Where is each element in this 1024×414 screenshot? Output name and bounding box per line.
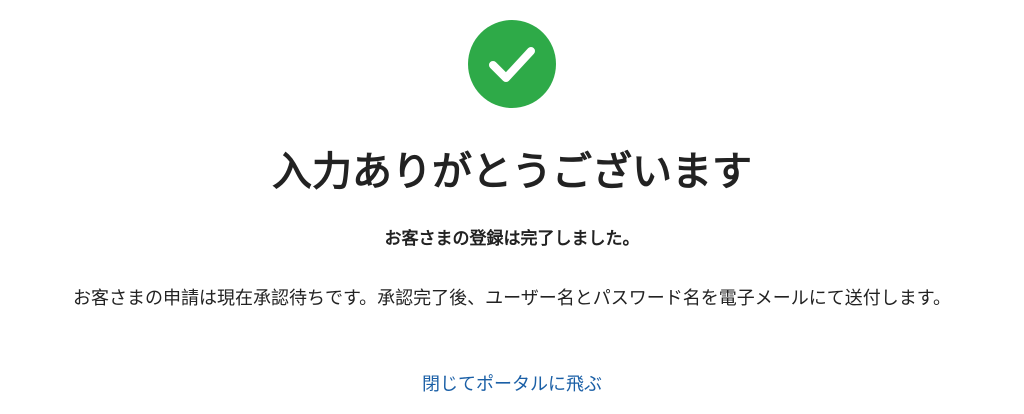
check-circle-icon xyxy=(468,20,556,108)
checkmark-icon xyxy=(489,47,535,82)
portal-link-wrapper: 閉じてポータルに飛ぶ xyxy=(0,371,1024,399)
completion-page: 入力ありがとうございます お客さまの登録は完了しました。 お客さまの申請は現在承… xyxy=(0,0,1024,414)
close-and-go-to-portal-link[interactable]: 閉じてポータルに飛ぶ xyxy=(422,374,602,395)
page-title: 入力ありがとうございます xyxy=(272,149,752,195)
approval-message: お客さまの申請は現在承認待ちです。承認完了後、ユーザー名とパスワード名を電子メー… xyxy=(72,288,952,309)
completion-subtitle: お客さまの登録は完了しました。 xyxy=(384,229,640,249)
